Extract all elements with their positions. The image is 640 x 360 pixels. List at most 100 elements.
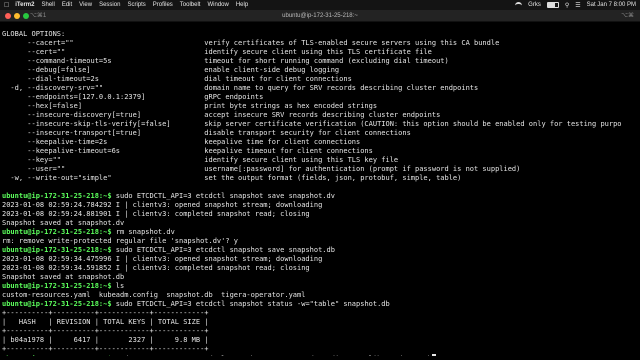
- menu-item-iterm2[interactable]: iTerm2: [15, 2, 34, 8]
- output-text: --insecure-transport[=true] disable tran…: [2, 129, 411, 137]
- menu-items: iTerm2 Shell Edit View Session Scripts Profile…: [15, 2, 255, 8]
- output-line: | b04a1978 | 6417 | 2327 | 9.8 MB |: [2, 336, 638, 345]
- minimize-button[interactable]: [14, 13, 20, 19]
- search-icon[interactable]: ⚲: [565, 2, 569, 9]
- output-text: GLOBAL OPTIONS:: [2, 30, 66, 38]
- control-center-icon[interactable]: ☰: [575, 2, 580, 9]
- output-line: --keepalive-time=2s keepalive time for c…: [2, 138, 638, 147]
- output-text: --hex[=false] print byte strings as hex …: [2, 102, 378, 110]
- output-text: 2023-01-08 02:59:24.784292 I | clientv3:…: [2, 201, 323, 209]
- window-controls: [5, 13, 32, 19]
- clock[interactable]: Sat Jan 7 8:00 PM: [587, 2, 636, 8]
- menu-item-edit[interactable]: Edit: [62, 2, 72, 8]
- output-line: Snapshot saved at snapshot.dv: [2, 219, 638, 228]
- output-line: --endpoints=[127.0.0.1:2379] gRPC endpoi…: [2, 93, 638, 102]
- output-line: --insecure-transport[=true] disable tran…: [2, 129, 638, 138]
- output-line: --insecure-discovery[=true] accept insec…: [2, 111, 638, 120]
- output-line: --debug[=false] enable client-side debug…: [2, 66, 638, 75]
- output-line: 2023-01-08 02:59:24.784292 I | clientv3:…: [2, 201, 638, 210]
- output-line: --keepalive-timeout=6s keepalive timeout…: [2, 147, 638, 156]
- status-area: Grks ⚲ ☰ Sat Jan 7 8:00 PM: [509, 1, 636, 9]
- output-line: --command-timeout=5s timeout for short r…: [2, 57, 638, 66]
- menu-item-scripts[interactable]: Scripts: [127, 2, 145, 8]
- window-shortcut: ⌥⌘: [621, 13, 634, 19]
- output-text: +----------+----------+------------+----…: [2, 345, 209, 353]
- output-text: | b04a1978 | 6417 | 2327 | 9.8 MB |: [2, 336, 209, 344]
- output-line: | HASH | REVISION | TOTAL KEYS | TOTAL S…: [2, 318, 638, 327]
- menu-item-view[interactable]: View: [79, 2, 92, 8]
- output-line: 2023-01-08 02:59:34.591852 I | clientv3:…: [2, 264, 638, 273]
- output-line: --key="" identify secure client using th…: [2, 156, 638, 165]
- output-line: 2023-01-08 02:59:34.475996 I | clientv3:…: [2, 255, 638, 264]
- window-title: ubuntu@ip-172-31-25-218:~: [282, 12, 358, 19]
- output-line: -w, --write-out="simple" set the output …: [2, 174, 638, 183]
- command-text: sudo ETCDCTL_API=3 etcdctl snapshot rest…: [112, 355, 432, 356]
- output-line: --cert="" identify secure client using t…: [2, 48, 638, 57]
- output-line: custom-resources.yaml kubeadm.config sna…: [2, 291, 638, 300]
- status-text: Grks: [528, 2, 541, 8]
- output-line: -d, --discovery-srv="" domain name to qu…: [2, 84, 638, 93]
- output-text: --insecure-discovery[=true] accept insec…: [2, 111, 441, 119]
- maximize-button[interactable]: [23, 13, 29, 19]
- output-line: --insecure-skip-tls-verify[=false] skip …: [2, 120, 638, 129]
- output-text: --cert="" identify secure client using t…: [2, 48, 432, 56]
- output-text: --command-timeout=5s timeout for short r…: [2, 57, 449, 65]
- terminal-output[interactable]: GLOBAL OPTIONS: --cacert="" verify certi…: [2, 30, 638, 356]
- command-text: sudo ETCDCTL_API=3 etcdctl snapshot save…: [111, 246, 335, 254]
- output-text: --key="" identify secure client using th…: [2, 156, 399, 164]
- output-text: | HASH | REVISION | TOTAL KEYS | TOTAL S…: [2, 318, 209, 326]
- output-text: 2023-01-08 02:59:34.475996 I | clientv3:…: [2, 255, 323, 263]
- menu-item-help[interactable]: Help: [236, 2, 248, 8]
- command-line: ubuntu@ip-172-31-25-218:~$ ls: [2, 282, 638, 291]
- command-line: ubuntu@ip-172-31-25-218:~$ rm snapshot.d…: [2, 228, 638, 237]
- command-text: ls: [111, 282, 125, 290]
- tab-shortcut: ⌥⌘1: [30, 13, 47, 19]
- command-line: ubuntu@ip-172-31-25-218:~$ sudo ETCDCTL_…: [2, 354, 638, 356]
- shell-prompt: ubuntu@ip-172-31-25-218:~$: [2, 228, 112, 236]
- output-line: +----------+----------+------------+----…: [2, 345, 638, 354]
- output-text: +----------+----------+------------+----…: [2, 327, 209, 335]
- output-line: --dial-timeout=2s dial timeout for clien…: [2, 75, 638, 84]
- output-text: --user="" username[:password] for authen…: [2, 165, 521, 173]
- menu-item-profiles[interactable]: Profiles: [153, 2, 173, 8]
- menu-item-window[interactable]: Window: [207, 2, 228, 8]
- output-line: Snapshot saved at snapshot.db: [2, 273, 638, 282]
- shell-prompt: ubuntu@ip-172-31-25-218:~$: [2, 246, 112, 254]
- wifi-icon[interactable]: [515, 1, 523, 9]
- close-button[interactable]: [5, 13, 11, 19]
- command-line: ubuntu@ip-172-31-25-218:~$ sudo ETCDCTL_…: [2, 300, 638, 309]
- command-text: rm snapshot.dv: [111, 228, 175, 236]
- output-line: +----------+----------+------------+----…: [2, 327, 638, 336]
- output-text: --dial-timeout=2s dial timeout for clien…: [2, 75, 352, 83]
- shell-prompt: ubuntu@ip-172-31-25-218:~$: [2, 282, 112, 290]
- output-text: --insecure-skip-tls-verify[=false] skip …: [2, 120, 622, 128]
- output-line: 2023-01-08 02:59:24.881901 I | clientv3:…: [2, 210, 638, 219]
- output-line: --cacert="" verify certificates of TLS-e…: [2, 39, 638, 48]
- output-text: --keepalive-timeout=6s keepalive timeout…: [2, 147, 373, 155]
- command-line: ubuntu@ip-172-31-25-218:~$ sudo ETCDCTL_…: [2, 192, 638, 201]
- output-text: Snapshot saved at snapshot.db: [2, 273, 125, 281]
- output-text: -d, --discovery-srv="" domain name to qu…: [2, 84, 479, 92]
- output-text: Snapshot saved at snapshot.dv: [2, 219, 125, 227]
- output-text: --debug[=false] enable client-side debug…: [2, 66, 340, 74]
- menu-item-shell[interactable]: Shell: [41, 2, 54, 8]
- output-text: rm: remove write-protected regular file …: [2, 237, 239, 245]
- shell-prompt: ubuntu@ip-172-31-25-218:~$: [2, 300, 112, 308]
- output-text: --keepalive-time=2s keepalive time for c…: [2, 138, 361, 146]
- output-line: rm: remove write-protected regular file …: [2, 237, 638, 246]
- output-text: -w, --write-out="simple" set the output …: [2, 174, 462, 182]
- menu-item-session[interactable]: Session: [99, 2, 120, 8]
- command-text: sudo ETCDCTL_API=3 etcdctl snapshot save…: [111, 192, 335, 200]
- menu-item-toolbelt[interactable]: Toolbelt: [180, 2, 201, 8]
- text-cursor: [431, 354, 436, 356]
- battery-icon[interactable]: [546, 2, 559, 8]
- output-text: 2023-01-08 02:59:24.881901 I | clientv3:…: [2, 210, 310, 218]
- shell-prompt: ubuntu@ip-172-31-25-218:~$: [2, 192, 112, 200]
- output-text: --cacert="" verify certificates of TLS-e…: [2, 39, 500, 47]
- menu-bar:  iTerm2 Shell Edit View Session Scripts Profi…: [0, 0, 640, 10]
- apple-menu-icon[interactable]: : [4, 2, 9, 9]
- output-line: +----------+----------+------------+----…: [2, 309, 638, 318]
- output-text: custom-resources.yaml kubeadm.config sna…: [2, 291, 306, 299]
- shell-prompt: ubuntu@ip-172-31-25-218:~$: [2, 355, 112, 356]
